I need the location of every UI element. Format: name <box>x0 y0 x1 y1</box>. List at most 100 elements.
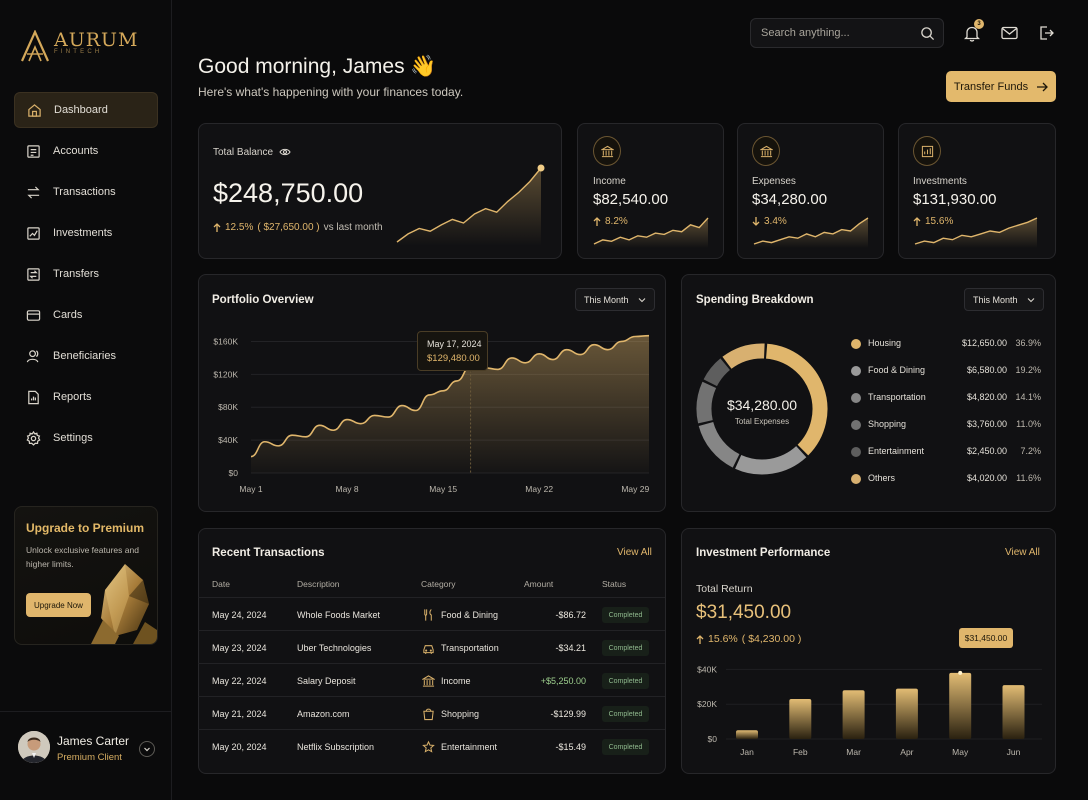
table-row[interactable]: May 20, 2024 Netflix Subscription Entertai… <box>198 729 665 762</box>
balance-change-pct: 12.5% <box>225 222 254 233</box>
y-tick-label: $40K <box>697 664 717 674</box>
beneficiaries-icon <box>25 348 41 364</box>
legend-percent: 7.2% <box>1020 446 1041 456</box>
portfolio-title: Portfolio Overview <box>212 294 314 306</box>
sparkline-area <box>594 218 708 248</box>
sidebar-item-cards[interactable]: Cards <box>14 297 158 333</box>
bar-apr <box>895 688 918 739</box>
card-icon <box>25 307 41 323</box>
x-tick-label: May 29 <box>621 484 649 494</box>
status-badge: Completed <box>602 739 649 755</box>
spending-title: Spending Breakdown <box>696 294 814 306</box>
eye-icon[interactable] <box>279 147 291 157</box>
dashboard-icon <box>26 102 42 118</box>
reports-icon <box>25 389 41 405</box>
user-menu-toggle[interactable] <box>139 741 155 757</box>
sidebar-item-reports[interactable]: Reports <box>14 379 158 415</box>
upgrade-now-button[interactable]: Upgrade Now <box>26 593 91 617</box>
sidebar-item-transfers[interactable]: Transfers <box>14 256 158 292</box>
brand-name: AURUM <box>54 29 139 51</box>
spending-range-select[interactable]: This Month <box>964 288 1044 311</box>
notifications-button[interactable]: 3 <box>962 19 984 43</box>
portfolio-range-select[interactable]: This Month <box>575 288 655 311</box>
investment-tooltip: $31,450.00 <box>959 628 1013 648</box>
sidebar-item-accounts[interactable]: Accounts <box>14 133 158 169</box>
column-header-category: Category <box>421 579 456 589</box>
legend-label: Others <box>868 473 896 483</box>
transactions-title: Recent Transactions <box>212 547 325 559</box>
sidebar: AURUM FINTECH Dashboard Accounts Transac… <box>0 0 172 800</box>
total-return-pct: 15.6% <box>708 633 738 645</box>
status-badge: Completed <box>602 640 649 656</box>
table-row[interactable]: May 24, 2024 Whole Foods Market Food & Din… <box>198 597 665 630</box>
search-icon[interactable] <box>920 26 935 41</box>
balance-change-suffix: vs last month <box>323 222 383 233</box>
sidebar-item-investments[interactable]: Investments <box>14 215 158 251</box>
legend-item: Shopping $3,760.00 11.0% <box>851 418 1041 432</box>
transfer-funds-button[interactable]: Transfer Funds <box>946 71 1056 102</box>
cell-amount: -$86.72 <box>555 610 586 620</box>
table-row[interactable]: May 23, 2024 Uber Technologies Transportat… <box>198 630 665 663</box>
arrow-up-icon <box>696 634 704 644</box>
cell-date: May 24, 2024 <box>212 610 267 620</box>
x-tick-label: Apr <box>900 747 913 757</box>
transfer-funds-label: Transfer Funds <box>953 80 1029 93</box>
total-return-change: 15.6% ( $4,230.00 ) <box>696 633 801 645</box>
x-tick-label: Jun <box>1007 747 1021 757</box>
table-row[interactable]: May 21, 2024 Amazon.com Shopping -$129.99 Co… <box>198 696 665 729</box>
donut-slice-others <box>722 343 765 369</box>
user-profile[interactable]: James Carter Premium Client <box>0 711 172 800</box>
search-input[interactable] <box>761 27 911 39</box>
cell-category: Shopping <box>441 709 480 719</box>
status-badge: Completed <box>602 673 649 689</box>
sidebar-item-dashboard[interactable]: Dashboard <box>14 92 158 128</box>
investment-performance-card: Investment Performance View All Total Re… <box>681 528 1056 774</box>
chevron-down-icon <box>1027 297 1034 302</box>
table-row[interactable]: May 22, 2024 Salary Deposit Income +$5,250.… <box>198 663 665 696</box>
messages-button[interactable] <box>999 23 1019 43</box>
mail-icon <box>1000 26 1018 40</box>
chevron-down-icon <box>638 297 645 302</box>
total-return-label: Total Return <box>696 583 753 595</box>
status-badge: Completed <box>602 706 649 722</box>
legend-item: Housing $12,650.00 36.9% <box>851 337 1041 351</box>
sidebar-item-transactions[interactable]: Transactions <box>14 174 158 210</box>
total-balance-card: Total Balance $248,750.00 12.5% ( $27,65… <box>198 123 562 259</box>
search-box <box>750 18 944 48</box>
donut-slice-food-dining <box>735 445 807 475</box>
income-card: Income $82,540.00 8.2% <box>577 123 724 259</box>
avatar[interactable] <box>18 731 50 763</box>
legend-label: Entertainment <box>868 446 925 456</box>
legend-label: Transportation <box>868 392 926 402</box>
x-tick-label: May 1 <box>239 484 262 494</box>
legend-percent: 11.6% <box>1016 473 1041 483</box>
accounts-icon <box>25 143 41 159</box>
brand-logo[interactable]: AURUM FINTECH <box>20 30 139 62</box>
sidebar-item-settings[interactable]: Settings <box>14 420 158 456</box>
bar-mar <box>842 690 865 739</box>
sidebar-item-label: Investments <box>53 227 113 239</box>
income-icon <box>593 136 621 166</box>
sidebar-item-label: Dashboard <box>54 104 108 116</box>
column-header-description: Description <box>297 579 340 589</box>
income-label: Income <box>593 176 626 187</box>
cell-description: Whole Foods Market <box>297 610 381 620</box>
column-header-amount: Amount <box>524 579 554 589</box>
legend-item: Transportation $4,820.00 14.1% <box>851 391 1041 405</box>
cell-date: May 23, 2024 <box>212 643 267 653</box>
transactions-view-all-link[interactable]: View All <box>617 547 652 558</box>
sidebar-item-beneficiaries[interactable]: Beneficiaries <box>14 338 158 374</box>
tooltip-date: May 17, 2024 <box>427 339 482 349</box>
logout-icon <box>1040 26 1054 40</box>
logout-button[interactable] <box>1036 23 1056 43</box>
investments-card: Investments $131,930.00 15.6% <box>898 123 1056 259</box>
y-tick-label: $80K <box>218 402 238 412</box>
expenses-card: Expenses $34,280.00 3.4% <box>737 123 884 259</box>
legend-label: Food & Dining <box>868 365 926 375</box>
investment-view-all-link[interactable]: View All <box>1005 547 1040 558</box>
portfolio-tooltip: May 17, 2024 $129,480.00 <box>417 331 488 371</box>
expenses-sparkline <box>753 217 869 248</box>
investment-bar-chart: $0 $20K $40K Jan Feb Mar Apr May Jun <box>697 664 1042 757</box>
legend-item: Others $4,020.00 11.6% <box>851 472 1041 486</box>
column-header-status: Status <box>602 579 627 589</box>
